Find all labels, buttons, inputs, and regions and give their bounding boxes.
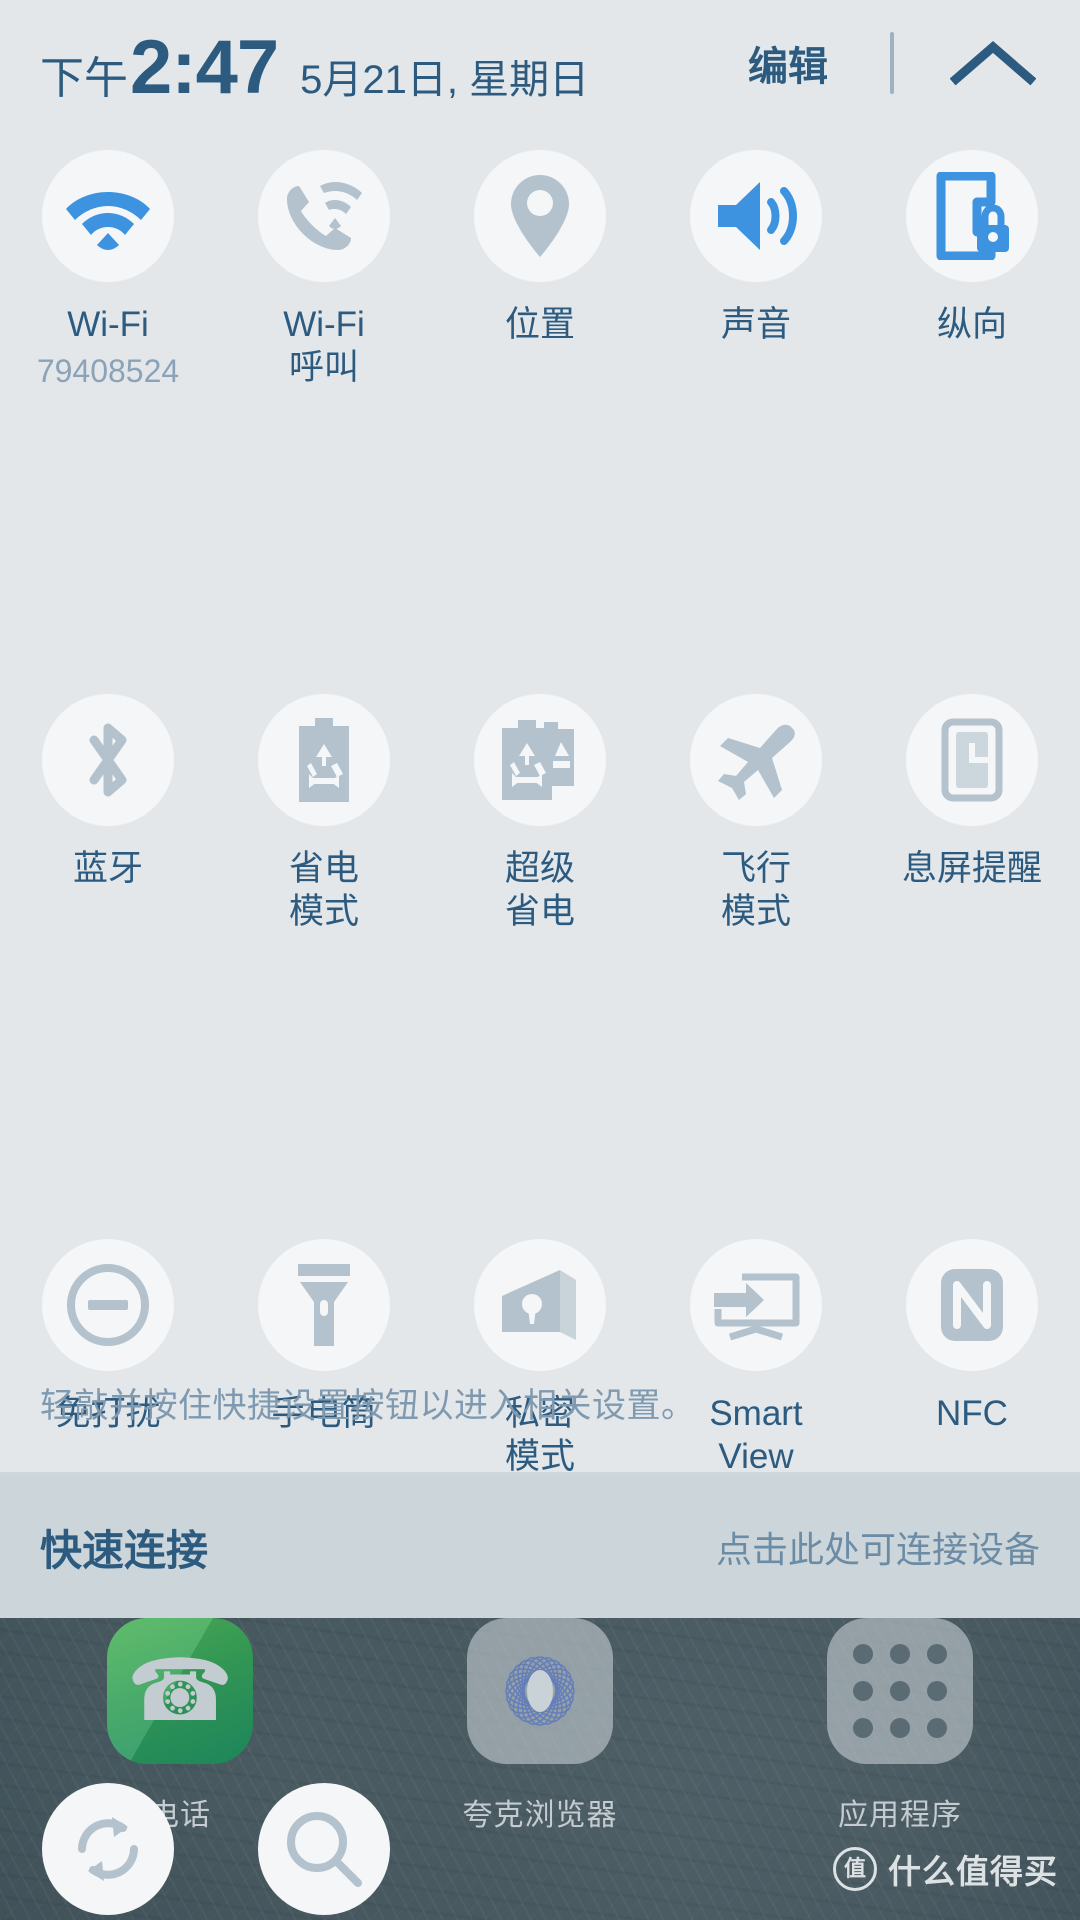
clock-ampm: 下午 [40, 54, 128, 103]
quick-settings-panel: 下午 2:47 5月21日, 星期日 编辑 Wi-Fi 79408524 Wi-… [0, 0, 1080, 1916]
dnd-glyph [67, 1263, 149, 1346]
toggle-label: 位置 [504, 305, 575, 344]
do-not-disturb-icon[interactable] [42, 1238, 174, 1371]
clock-time: 2:47 [130, 25, 279, 110]
toggle-label: Wi-Fi [67, 305, 149, 344]
rotation-lock-icon[interactable] [906, 150, 1038, 282]
toggle-location[interactable]: 位置 [432, 150, 648, 389]
settings-hint: 轻敲并按住快捷设置按钮以进入相关设置。 [40, 1387, 696, 1425]
toggle-row: 免打扰 手电筒 私密 模式 Smart View NFC [0, 1238, 1080, 1478]
sync-icon[interactable] [42, 1783, 174, 1916]
search-glyph [287, 1812, 362, 1888]
aod-glyph [941, 718, 1003, 802]
toggle-label: 息屏提醒 [901, 849, 1042, 889]
header-actions: 编辑 [738, 28, 1080, 98]
toggle-empty [648, 1783, 864, 1920]
quick-connect-title: 快速连接 [40, 1526, 209, 1574]
toggle-row: Wi-Fi 79408524 Wi-Fi 呼叫 位置 声音 纵向 [0, 150, 1080, 389]
toggle-label: 超级 省电 [504, 849, 575, 932]
search-icon[interactable] [258, 1783, 390, 1916]
airplane-glyph [718, 725, 795, 801]
ultra-saver-icon[interactable] [474, 694, 606, 827]
battery-saver-glyph [299, 718, 349, 803]
toggle-row: 蓝牙 省电 模式 超级 省电 飞行 模式 息屏提醒 [0, 694, 1080, 933]
toggle-private[interactable]: 私密 模式 [432, 1238, 648, 1478]
toggle-row: 同步 S 搜索 [0, 1783, 1080, 1920]
bluetooth-icon[interactable] [42, 694, 174, 827]
chevron-up-glyph [950, 41, 1036, 86]
clock-date: 5月21日, 星期日 [300, 58, 590, 102]
clock: 下午 2:47 5月21日, 星期日 [40, 30, 589, 106]
chevron-up-icon[interactable] [938, 32, 1048, 94]
toggle-label: Smart View [709, 1393, 803, 1476]
toggle-rotation[interactable]: 纵向 [864, 150, 1080, 389]
quick-connect-hint: 点击此处可连接设备 [715, 1529, 1040, 1570]
toggle-ultra-save[interactable]: 超级 省电 [432, 694, 648, 933]
toggle-airplane[interactable]: 飞行 模式 [648, 694, 864, 933]
smart-view-glyph [714, 1273, 800, 1341]
nfc-glyph [941, 1268, 1003, 1341]
edit-button[interactable]: 编辑 [738, 28, 838, 98]
toggle-wifi[interactable]: Wi-Fi 79408524 [0, 150, 216, 389]
toggle-flashlight[interactable]: 手电筒 [216, 1238, 432, 1478]
toggle-aod[interactable]: 息屏提醒 [864, 694, 1080, 933]
toggle-wifi-calling[interactable]: Wi-Fi 呼叫 [216, 150, 432, 389]
location-pin-glyph [511, 175, 569, 257]
toggle-grid: Wi-Fi 79408524 Wi-Fi 呼叫 位置 声音 纵向 蓝牙 省电 模… [0, 150, 1080, 1920]
toggle-smart-view[interactable]: Smart View [648, 1238, 864, 1478]
toggle-sync[interactable]: 同步 [0, 1783, 216, 1920]
toggle-label: 省电 模式 [288, 849, 359, 932]
wifi-glyph [66, 192, 150, 250]
panel-header: 下午 2:47 5月21日, 星期日 编辑 [0, 0, 1080, 140]
sync-glyph [78, 1817, 138, 1882]
flashlight-icon[interactable] [258, 1238, 390, 1371]
private-mode-icon[interactable] [474, 1238, 606, 1371]
toggle-bluetooth[interactable]: 蓝牙 [0, 694, 216, 933]
bluetooth-glyph [89, 723, 127, 797]
quick-connect-bar[interactable]: 快速连接 点击此处可连接设备 [0, 1476, 1080, 1618]
toggle-label: 声音 [720, 305, 791, 344]
wifi-calling-icon[interactable] [258, 150, 390, 282]
toggle-empty [864, 1783, 1080, 1920]
phone-screen: ☎ 电话 夸克浏览器 应用程序 值 什么值得买 下午 2:47 5月21日, 星… [0, 0, 1080, 1920]
toggle-power-save[interactable]: 省电 模式 [216, 694, 432, 933]
toggle-label: Wi-Fi 呼叫 [283, 305, 365, 387]
private-mode-glyph [502, 1269, 576, 1340]
toggle-sound[interactable]: 声音 [648, 150, 864, 389]
toggle-nfc[interactable]: NFC [864, 1238, 1080, 1478]
battery-saver-icon[interactable] [258, 694, 390, 827]
always-on-display-icon[interactable] [906, 694, 1038, 827]
toggle-label: 蓝牙 [72, 849, 143, 889]
flashlight-glyph [298, 1263, 350, 1346]
toggle-dnd[interactable]: 免打扰 [0, 1238, 216, 1478]
airplane-icon[interactable] [690, 694, 822, 827]
toggle-sublabel: 79408524 [36, 352, 180, 389]
toggle-label: 飞行 模式 [720, 849, 791, 932]
ultra-saver-glyph [502, 720, 574, 801]
nfc-icon[interactable] [906, 1238, 1038, 1371]
speaker-glyph [718, 182, 797, 250]
rotation-lock-glyph [936, 172, 1009, 260]
smart-view-icon[interactable] [690, 1238, 822, 1371]
header-divider [890, 32, 894, 94]
wifi-icon[interactable] [42, 150, 174, 282]
toggle-empty [432, 1783, 648, 1920]
toggle-s-search[interactable]: S 搜索 [216, 1783, 432, 1920]
toggle-label: 纵向 [936, 305, 1007, 344]
wifi-calling-glyph [287, 182, 362, 250]
toggle-label: NFC [936, 1393, 1008, 1433]
location-pin-icon[interactable] [474, 150, 606, 282]
speaker-icon[interactable] [690, 150, 822, 282]
